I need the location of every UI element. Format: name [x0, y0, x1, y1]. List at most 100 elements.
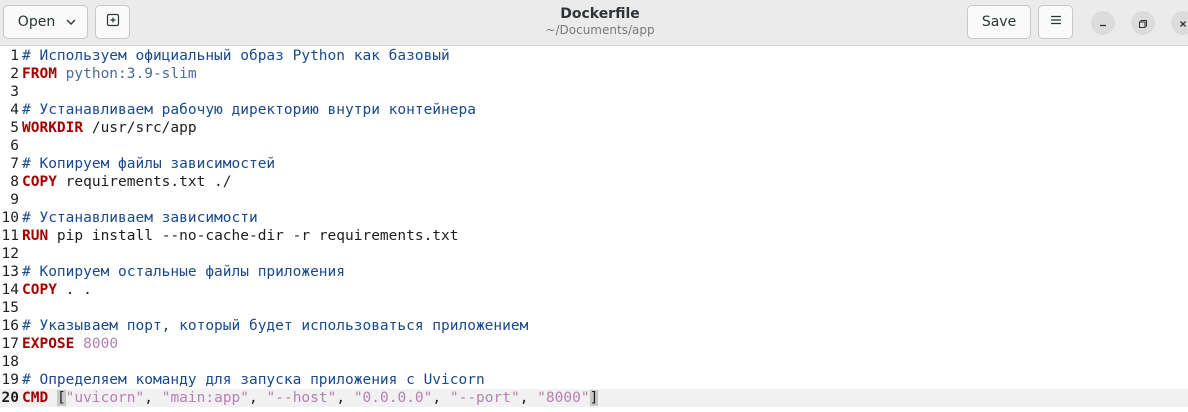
code-line[interactable]: 16 # Указываем порт, который будет исполь…: [0, 317, 1188, 335]
code-line[interactable]: 15: [0, 299, 1188, 317]
code-line[interactable]: 18: [0, 353, 1188, 371]
line-number: 10: [1, 210, 19, 226]
code-token-comment: # Определяем команду для запуска приложе…: [22, 372, 485, 388]
code-line[interactable]: 6: [0, 137, 1188, 155]
header-bar: Open Dockerfile ~/Documents/app Save: [0, 0, 1188, 46]
open-button[interactable]: Open: [3, 5, 88, 39]
code-token-comment: # Используем официальный образ Python ка…: [22, 48, 450, 64]
code-token-keyword: CMD: [22, 390, 49, 406]
code-text: FROM python:3.9-slim: [22, 65, 197, 83]
line-number: 17: [1, 336, 19, 352]
code-token-comment: # Устанавливаем зависимости: [22, 210, 258, 226]
minimize-icon: [1098, 14, 1108, 33]
new-tab-icon: [106, 13, 120, 31]
code-token-bracket-hl: ]: [589, 390, 599, 406]
line-number: 15: [1, 300, 19, 316]
code-line[interactable]: 17 EXPOSE 8000: [0, 335, 1188, 353]
code-text: # Копируем остальные файлы приложения: [22, 263, 345, 281]
code-text: WORKDIR /usr/src/app: [22, 119, 197, 137]
code-line[interactable]: 5 WORKDIR /usr/src/app: [0, 119, 1188, 137]
code-token-plain: ,: [519, 390, 538, 406]
code-token-string: "0.0.0.0": [353, 390, 433, 406]
line-number: 2: [10, 66, 19, 82]
code-token-comment: # Указываем порт, который будет использо…: [22, 318, 529, 334]
code-text: COPY . .: [22, 281, 92, 299]
code-token-plain: ,: [336, 390, 354, 406]
line-number: 20: [1, 390, 19, 406]
line-number: 19: [1, 372, 19, 388]
line-number: 3: [10, 84, 19, 100]
code-token-keyword: RUN: [22, 228, 49, 244]
code-text: CMD ["uvicorn", "main:app", "--host", "0…: [22, 389, 599, 407]
code-line[interactable]: 1 # Используем официальный образ Python к…: [0, 47, 1188, 65]
line-number: 7: [10, 156, 19, 172]
code-token-plain: pip install --no-cache-dir -r requiremen…: [48, 228, 459, 244]
code-line[interactable]: 4 # Устанавливаем рабочую директорию внут…: [0, 101, 1188, 119]
line-number: 1: [10, 48, 19, 64]
main-menu-button[interactable]: [1038, 5, 1073, 39]
code-line[interactable]: 10 # Устанавливаем зависимости: [0, 209, 1188, 227]
code-token-keyword: COPY: [22, 282, 57, 298]
code-text: # Определяем команду для запуска приложе…: [22, 371, 485, 389]
line-number: 4: [10, 102, 19, 118]
code-text: RUN pip install --no-cache-dir -r requir…: [22, 227, 459, 245]
code-text: # Копируем файлы зависимостей: [22, 155, 275, 173]
new-tab-button[interactable]: [95, 5, 130, 39]
save-button[interactable]: Save: [967, 5, 1031, 39]
code-token-comment: # Копируем файлы зависимостей: [22, 156, 276, 172]
code-line[interactable]: 12: [0, 245, 1188, 263]
code-line[interactable]: 8 COPY requirements.txt ./: [0, 173, 1188, 191]
maximize-icon: [1138, 14, 1148, 33]
minimize-button[interactable]: [1091, 11, 1115, 35]
chevron-down-icon: [65, 16, 77, 28]
code-token-keyword: FROM: [22, 66, 57, 82]
code-token-bracket-hl: [: [56, 390, 66, 406]
close-button[interactable]: [1171, 11, 1188, 35]
code-line[interactable]: 11 RUN pip install --no-cache-dir -r requ…: [0, 227, 1188, 245]
code-token-plain: requirements.txt ./: [56, 174, 232, 190]
code-line[interactable]: 9: [0, 191, 1188, 209]
code-token-plain: ,: [144, 390, 162, 406]
code-token-keyword: COPY: [22, 174, 57, 190]
code-line[interactable]: 7 # Копируем файлы зависимостей: [0, 155, 1188, 173]
maximize-button[interactable]: [1131, 11, 1155, 35]
code-text: COPY requirements.txt ./: [22, 173, 232, 191]
code-line[interactable]: 2 FROM python:3.9-slim: [0, 65, 1188, 83]
window-title-block: Dockerfile ~/Documents/app: [400, 6, 800, 38]
hamburger-menu-icon: [1049, 13, 1063, 31]
code-token-string: "main:app": [161, 390, 250, 406]
code-token-string: "--host": [266, 390, 337, 406]
code-token-string: "uvicorn": [65, 390, 145, 406]
code-token-keyword: WORKDIR: [22, 120, 84, 136]
line-number: 8: [10, 174, 19, 190]
line-number: 14: [1, 282, 19, 298]
code-token-comment: # Копируем остальные файлы приложения: [22, 264, 346, 280]
code-token-plain: /usr/src/app: [83, 120, 197, 136]
code-text: # Указываем порт, который будет использо…: [22, 317, 528, 335]
code-token-plain: ,: [249, 390, 267, 406]
code-token-plain: ,: [432, 390, 450, 406]
line-number: 6: [10, 138, 19, 154]
line-number: 9: [10, 192, 19, 208]
code-text: # Используем официальный образ Python ка…: [22, 47, 450, 65]
code-line[interactable]: 19 # Определяем команду для запуска прило…: [0, 371, 1188, 389]
line-number: 12: [1, 246, 19, 262]
code-line[interactable]: 14 COPY . .: [0, 281, 1188, 299]
code-token-string: "8000": [537, 390, 590, 406]
code-line[interactable]: 20 CMD ["uvicorn", "main:app", "--host", …: [0, 389, 1188, 407]
close-icon: [1178, 14, 1188, 33]
code-token-keyword: EXPOSE: [22, 336, 75, 352]
code-editor[interactable]: 1 # Используем официальный образ Python к…: [0, 46, 1188, 412]
line-number: 16: [1, 318, 19, 334]
code-line[interactable]: 3: [0, 83, 1188, 101]
line-number: 5: [10, 120, 19, 136]
line-number: 13: [1, 264, 19, 280]
code-line[interactable]: 13 # Копируем остальные файлы приложения: [0, 263, 1188, 281]
code-token-comment: # Устанавливаем рабочую директорию внутр…: [22, 102, 476, 118]
code-token-value: python:3.9-slim: [65, 66, 197, 82]
open-button-label: Open: [17, 14, 56, 30]
text-editor-window: Open Dockerfile ~/Documents/app Save 1 #…: [0, 0, 1188, 412]
